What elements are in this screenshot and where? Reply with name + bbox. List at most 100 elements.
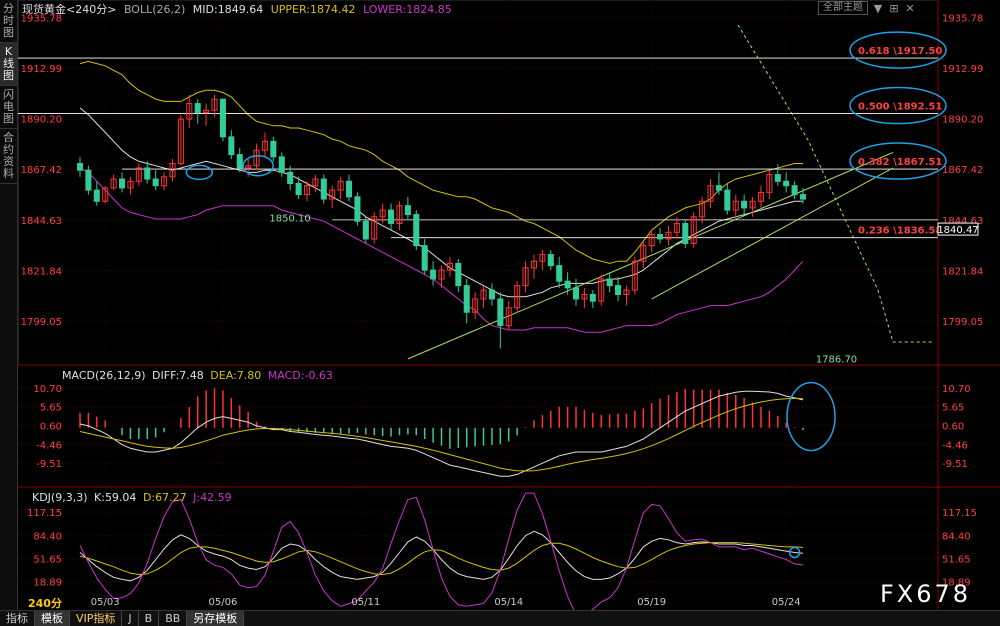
date-tick-label: 05/03 [91,597,120,608]
kdj-legend: KDJ(9,3,3) K:59.04 D:67.27 J:42.59 [32,491,232,505]
candle-body [152,178,159,187]
price-tick-label: 1821.84 [942,266,983,277]
macd-legend: MACD(26,12,9) DIFF:7.48 DEA:7.80 MACD:-0… [62,369,333,383]
tab-templates[interactable]: 模板 [35,611,70,626]
price-tick-label: 1890.20 [21,115,62,126]
candle-body [236,154,243,169]
tab-b[interactable]: B [139,611,160,626]
candle-body [76,163,84,171]
macd-tick-label: 0.60 [942,422,964,433]
candle-body [774,174,781,182]
macd-tick-label: -9.51 [942,459,968,470]
kdj-j-legend: J:42.59 [193,491,232,504]
boll-lower-legend: LOWER:1824.85 [363,3,452,16]
kdj-tick-label: 84.40 [33,531,62,542]
tab-save-template[interactable]: 另存模板 [187,611,245,626]
candle-body [93,189,100,202]
tab-intraday[interactable]: 分时图 [0,0,17,43]
candle-body [404,205,411,216]
main-price-panel [18,24,938,360]
tab-vip-indicators[interactable]: VIP指标 [70,611,123,626]
boll-upper-line [79,60,803,264]
layout-icon[interactable]: ⊞ [888,2,900,15]
candle-body [219,98,226,138]
theme-dropdown[interactable]: 全部主题 [818,1,868,15]
tab-indicators[interactable]: 指标 [0,611,35,626]
tab-flash[interactable]: 闪电图 [0,86,17,129]
candle-body [724,189,731,211]
kdj-k-legend: K:59.04 [94,491,137,504]
candle-body [547,254,554,267]
dropdown-arrow-icon[interactable]: ▼ [872,2,884,15]
candle-body [556,265,563,282]
candle-body [657,234,664,240]
candle-body [741,200,748,209]
kdj-tick-label: 84.40 [942,531,971,542]
candle-body [463,285,470,313]
date-tick-label: 05/24 [772,597,801,608]
close-icon[interactable]: ✕ [904,2,916,15]
candle-body [791,185,798,196]
boll-name: BOLL(26,2) [123,3,186,16]
macd-tick-label: 10.70 [942,384,971,395]
price-tick-label: 1799.05 [942,317,983,328]
price-tick-label: 1935.78 [942,13,983,24]
candle-body [144,167,151,180]
candle-body [564,280,571,289]
candle-body [799,194,807,200]
candle-body [346,180,353,198]
date-tick-label: 05/19 [637,597,666,608]
chart-canvas[interactable]: 1935.78 1935.781912.99 1912.991890.20 1890.… [18,0,1000,610]
uptrend-line [407,151,894,360]
candle-body [270,140,277,158]
candle-body [119,178,126,189]
price-tick-label: 1890.20 [942,115,983,126]
period-label[interactable]: 240分 [28,597,62,611]
macd-highlight-circle [786,381,836,452]
fib-label: 0.618 \1917.50 [858,46,942,57]
candle-body [85,169,92,191]
boll-upper-legend: UPPER:1874.42 [270,3,356,16]
tab-contract-info[interactable]: 合约资料 [0,129,17,184]
extreme-price-label: 1850.10 [269,214,310,225]
price-tick-label: 1867.42 [942,165,983,176]
date-tick-label: 05/06 [209,597,238,608]
macd-tick-label: -9.51 [36,459,62,470]
tab-kline[interactable]: K线图 [0,43,17,86]
top-right-controls: 全部主题 ▼ ⊞ ✕ [818,1,916,15]
kdj-tick-label: 51.65 [942,554,971,565]
boll-label: BOLL(26,2) [124,3,185,16]
kdj-tick-label: 117.15 [27,508,62,519]
candle-body [388,209,395,224]
tab-bb[interactable]: BB [159,611,188,626]
macd-diff-legend: DIFF:7.48 [152,369,204,382]
price-tick-label: 1912.99 [21,64,62,75]
price-marker-label: 1840.47 [937,225,978,236]
extreme-price-label: 1786.70 [816,354,857,365]
watermark-logo: FX678 [880,580,972,608]
price-tick-label: 1821.84 [21,266,62,277]
bottom-toolbar: 指标 模板 VIP指标 J B BB 另存模板 [0,610,1000,626]
fib-label: 0.236 \1836.58 [858,226,942,237]
tab-j[interactable]: J [122,611,139,626]
kdj-tick-label: 18.89 [33,578,62,589]
macd-tick-label: 5.65 [942,403,964,414]
kdj-d-legend: D:67.27 [142,491,187,504]
left-sidebar: 分时图 K线图 闪电图 合约资料 [0,0,18,610]
macd-value-legend: MACD:-0.63 [267,369,333,382]
candle-body [497,298,504,327]
fib-label: 0.500 \1892.51 [858,102,942,113]
macd-tick-label: -4.46 [942,440,968,451]
kdj-panel [79,492,804,610]
kdj-k-line [79,530,804,582]
candle-body [362,220,369,240]
main-legend: 现货黄金<240分> BOLL(26,2) MID:1849.64 UPPER:… [22,3,452,17]
candle-body [320,178,327,200]
candle-body [228,136,235,156]
candle-body [682,222,689,244]
date-tick-label: 05/11 [351,597,380,608]
candle-body [572,287,580,300]
candle-body [194,103,201,113]
candle-body [413,214,420,247]
macd-dea-legend: DEA:7.80 [210,369,262,382]
